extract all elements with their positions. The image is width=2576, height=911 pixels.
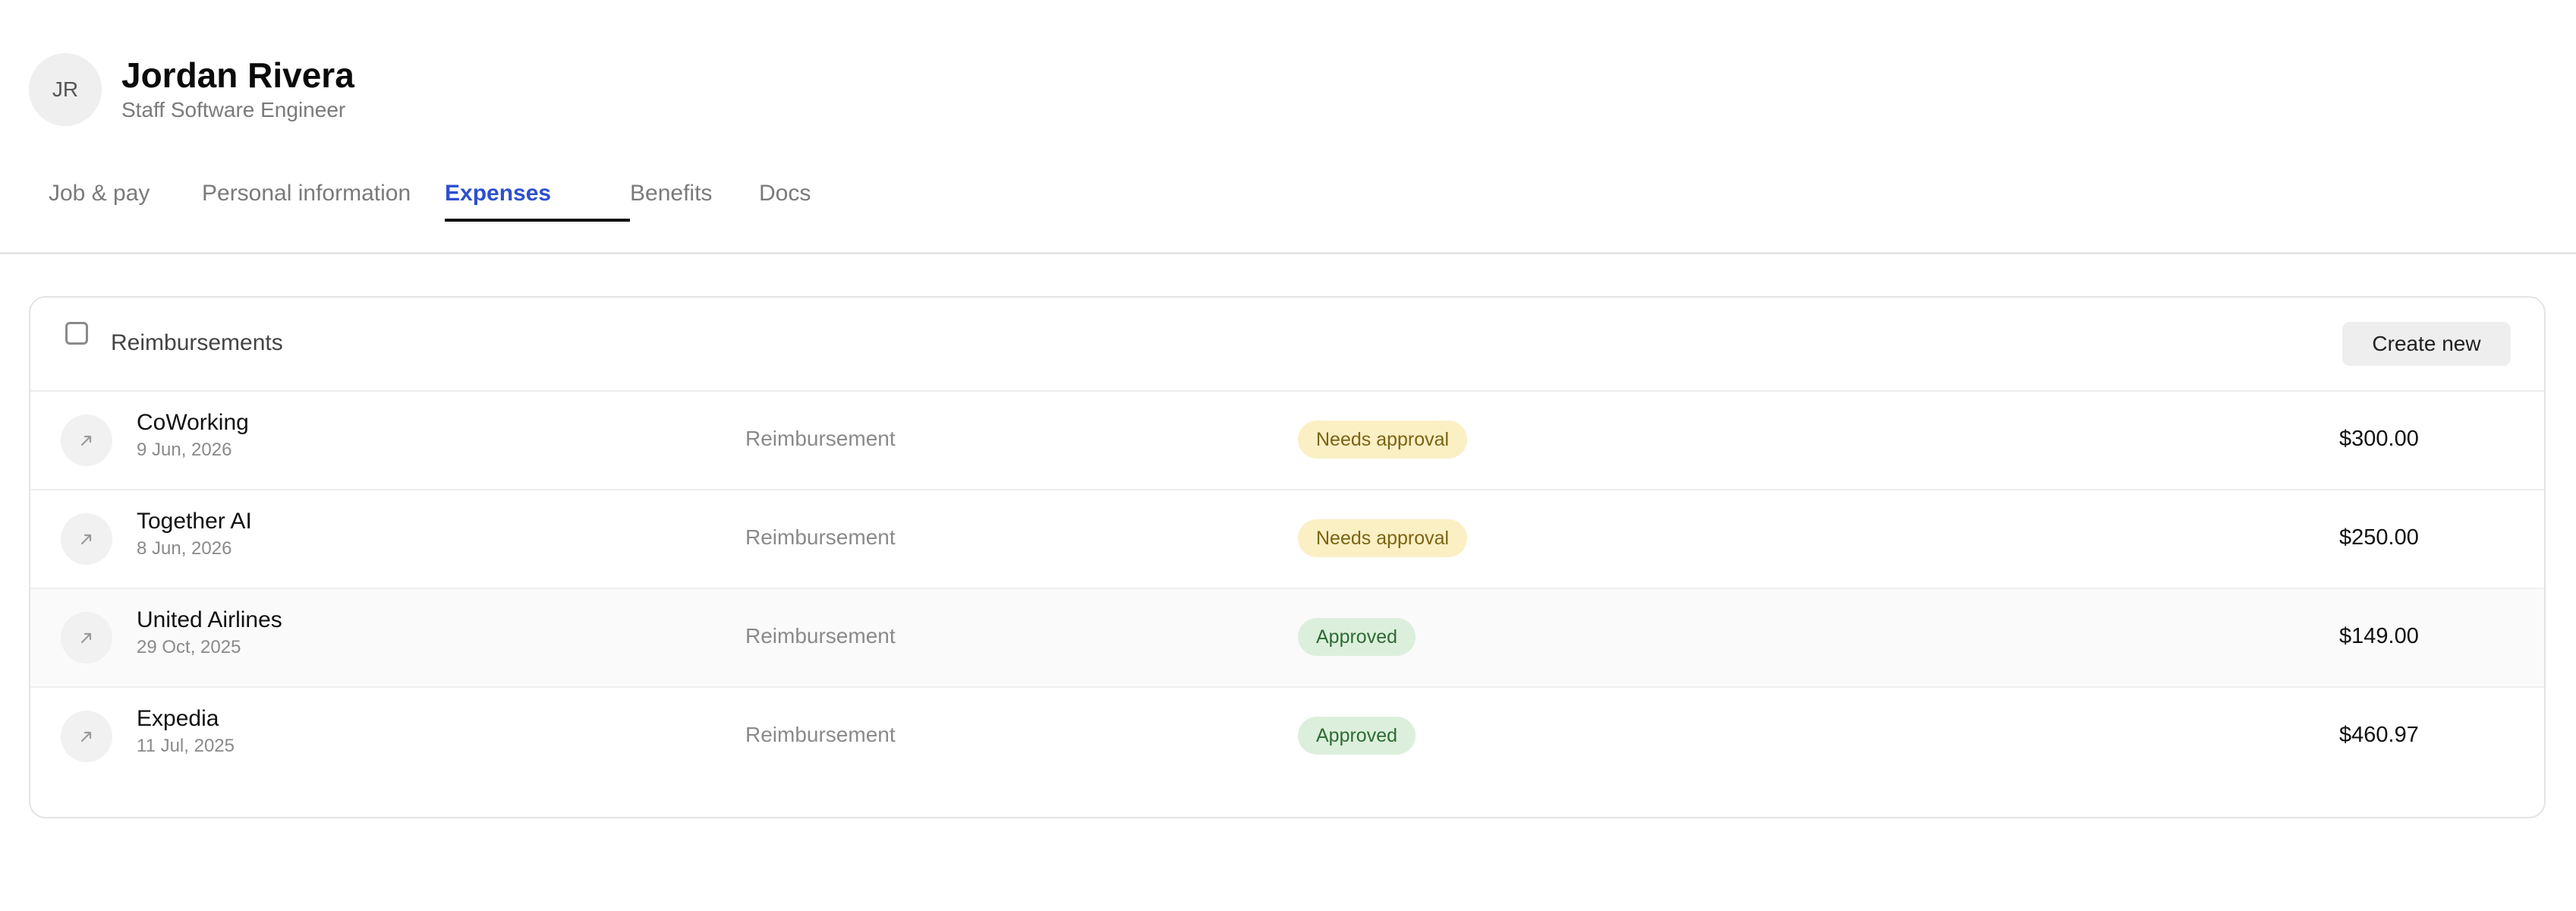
employee-name: Jordan Rivera: [121, 55, 354, 95]
reimbursements-header: Reimbursements Create new: [30, 298, 2544, 392]
merchant-name: CoWorking: [137, 410, 249, 435]
arrow-up-right-icon: [61, 415, 112, 466]
expense-type: Reimbursement: [745, 723, 896, 746]
status-badge: Needs approval: [1298, 519, 1468, 557]
arrow-up-right-icon: [61, 612, 112, 664]
expense-date: 8 Jun, 2026: [137, 538, 232, 559]
tab-expenses[interactable]: Expenses: [445, 167, 630, 222]
status-badge: Approved: [1298, 618, 1416, 656]
expense-amount: $460.97: [2339, 723, 2419, 747]
expense-amount: $300.00: [2339, 427, 2419, 451]
reimbursements-title: Reimbursements: [111, 330, 283, 355]
expense-type: Reimbursement: [745, 624, 896, 648]
table-row[interactable]: CoWorking 9 Jun, 2026 Reimbursement Need…: [30, 392, 2544, 490]
expense-amount: $250.00: [2339, 525, 2419, 550]
tab-docs[interactable]: Docs: [759, 167, 850, 222]
status-badge: Needs approval: [1298, 421, 1468, 459]
tabs-divider: [0, 252, 2576, 254]
merchant-name: Together AI: [137, 509, 252, 534]
tab-job-and-pay[interactable]: Job & pay: [29, 167, 202, 222]
arrow-up-right-icon: [61, 711, 112, 762]
profile-header: JR Jordan Rivera Staff Software Engineer: [29, 53, 354, 126]
table-row[interactable]: United Airlines 29 Oct, 2025 Reimburseme…: [30, 589, 2544, 688]
tab-benefits[interactable]: Benefits: [630, 167, 759, 222]
profile-identity: Jordan Rivera Staff Software Engineer: [121, 55, 354, 124]
employee-title: Staff Software Engineer: [121, 98, 346, 121]
employee-expenses-page: JR Jordan Rivera Staff Software Engineer…: [0, 0, 2576, 911]
table-row[interactable]: Together AI 8 Jun, 2026 Reimbursement Ne…: [30, 490, 2544, 589]
avatar-initials: JR: [52, 77, 79, 101]
create-new-button[interactable]: Create new: [2342, 322, 2511, 366]
expense-date: 29 Oct, 2025: [137, 637, 241, 657]
table-row[interactable]: Expedia 11 Jul, 2025 Reimbursement Appro…: [30, 688, 2544, 786]
expense-type: Reimbursement: [745, 525, 896, 549]
status-badge: Approved: [1298, 717, 1416, 755]
tab-personal-information[interactable]: Personal information: [202, 167, 445, 222]
merchant-name: Expedia: [137, 706, 219, 731]
arrow-up-right-icon: [61, 513, 112, 565]
merchant-name: United Airlines: [137, 607, 282, 632]
expense-type: Reimbursement: [745, 427, 896, 450]
avatar: JR: [29, 53, 102, 126]
reimbursements-card: Reimbursements Create new CoWorking 9 Ju…: [29, 296, 2546, 818]
expense-date: 9 Jun, 2026: [137, 440, 232, 460]
select-all-checkbox[interactable]: [65, 322, 88, 345]
profile-tabs: Job & pay Personal information Expenses …: [29, 167, 850, 222]
expense-date: 11 Jul, 2025: [137, 736, 235, 756]
expense-amount: $149.00: [2339, 624, 2419, 648]
